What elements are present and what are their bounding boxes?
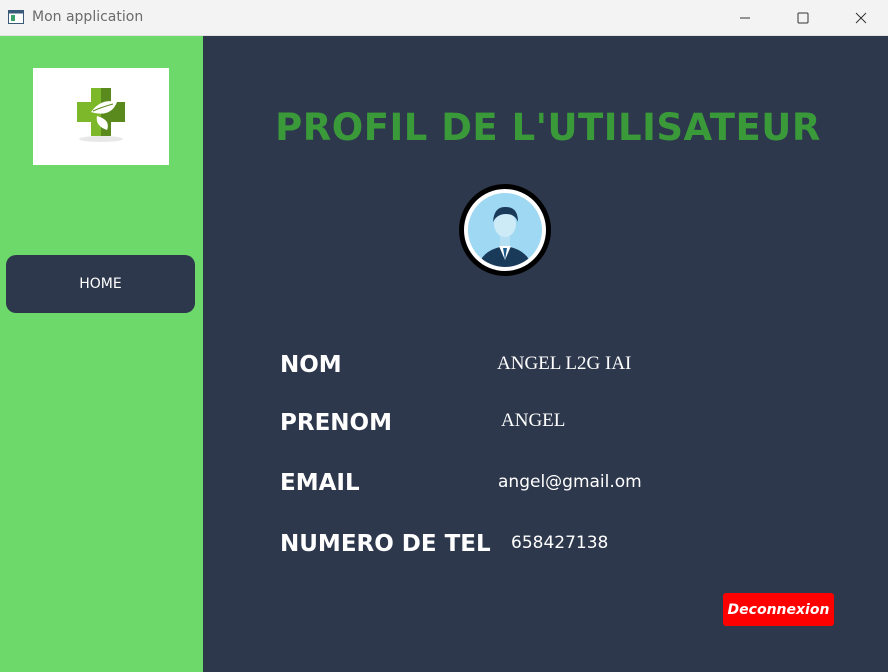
home-button[interactable]: HOME xyxy=(6,255,195,313)
prenom-label: PRENOM xyxy=(280,410,392,436)
app-icon xyxy=(8,10,24,24)
sidebar: HOME xyxy=(0,36,203,672)
page-title: PROFIL DE L'UTILISATEUR xyxy=(275,106,821,149)
window-titlebar: Mon application xyxy=(0,0,888,36)
user-avatar xyxy=(459,184,551,276)
logo-container xyxy=(33,68,169,165)
nom-value: ANGEL L2G IAI xyxy=(497,353,632,374)
home-button-label: HOME xyxy=(79,276,122,292)
logout-button-label: Deconnexion xyxy=(727,601,830,618)
phone-value: 658427138 xyxy=(511,533,609,553)
medical-cross-leaf-logo xyxy=(77,88,125,142)
logout-button[interactable]: Deconnexion xyxy=(723,593,834,626)
close-icon xyxy=(855,12,867,23)
profile-panel: PROFIL DE L'UTILISATEUR NOM ANGEL L2G IA… xyxy=(203,36,888,672)
maximize-icon xyxy=(797,12,809,23)
prenom-value: ANGEL xyxy=(501,410,566,431)
email-label: EMAIL xyxy=(280,470,360,496)
email-value: angel@gmail.om xyxy=(498,472,642,492)
minimize-button[interactable] xyxy=(722,0,768,35)
maximize-button[interactable] xyxy=(780,0,826,35)
close-button[interactable] xyxy=(838,0,884,35)
minimize-icon xyxy=(740,17,750,18)
phone-label: NUMERO DE TEL xyxy=(280,531,491,557)
window-title: Mon application xyxy=(32,9,144,25)
nom-label: NOM xyxy=(280,352,342,378)
